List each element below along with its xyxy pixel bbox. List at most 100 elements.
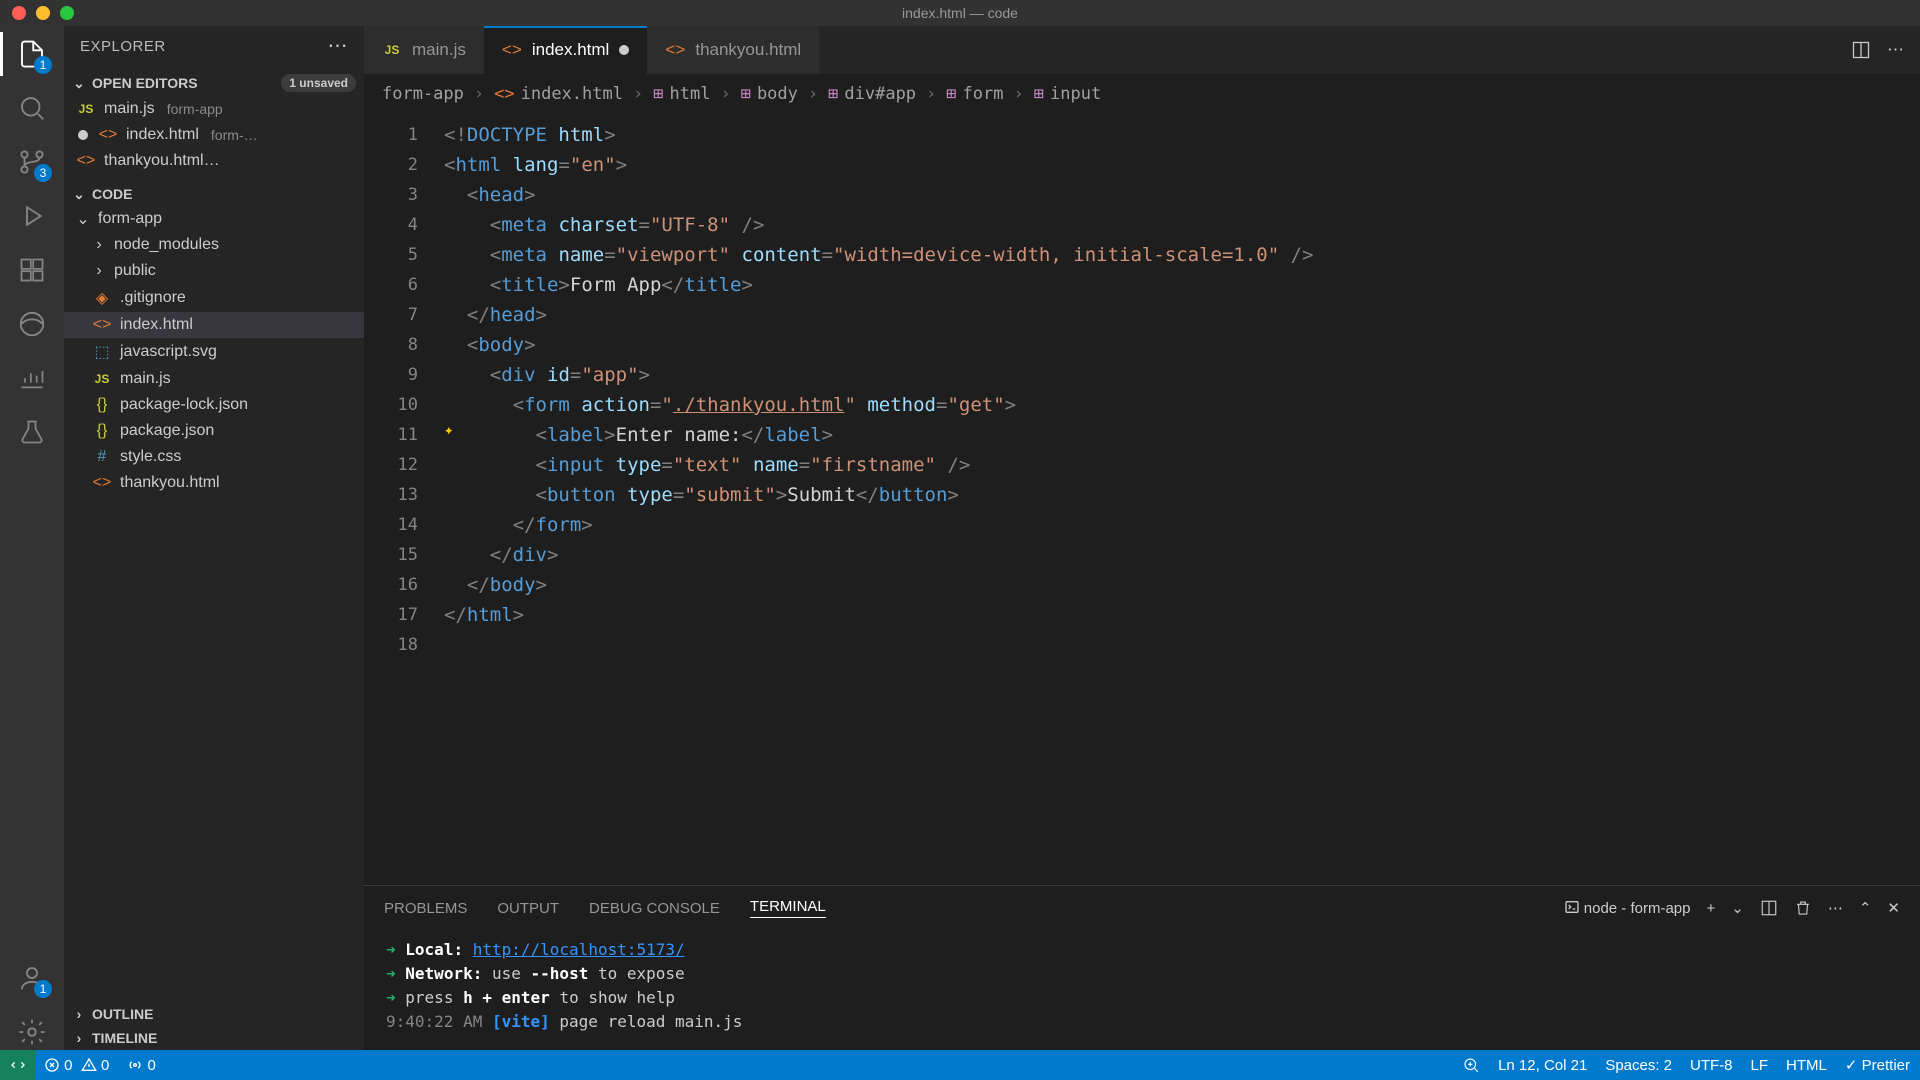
terminal-shell-label[interactable]: node - form-app	[1564, 899, 1691, 917]
activity-edge[interactable]	[14, 306, 50, 342]
panel-tab-debug[interactable]: DEBUG CONSOLE	[589, 900, 720, 917]
svg-file-icon: ⬚	[92, 342, 112, 362]
chevron-down-icon: ⌄	[72, 187, 86, 201]
chevron-right-icon: ›	[72, 1007, 86, 1021]
crumb-symbol[interactable]: ⊞html	[653, 84, 710, 104]
status-ports[interactable]: 0	[127, 1057, 156, 1074]
status-prettier[interactable]: ✓ Prettier	[1845, 1056, 1910, 1074]
activity-explorer[interactable]: 1	[14, 36, 50, 72]
file-row[interactable]: <> thankyou.html	[64, 470, 364, 496]
remote-icon	[10, 1057, 26, 1073]
activity-tools[interactable]	[14, 414, 50, 450]
open-editor-item[interactable]: <> index.html form-…	[64, 122, 364, 148]
outline-section[interactable]: › OUTLINE	[64, 1002, 364, 1026]
chevron-right-icon: ›	[72, 1031, 86, 1045]
maximize-window-icon[interactable]	[60, 6, 74, 20]
explorer-sidebar: EXPLORER ⋯ ⌄ OPEN EDITORS 1 unsaved JS m…	[64, 26, 364, 1050]
file-row[interactable]: # style.css	[64, 444, 364, 470]
trash-icon[interactable]	[1794, 899, 1812, 917]
crumb-symbol[interactable]: ⊞body	[741, 84, 798, 104]
split-terminal-icon[interactable]	[1760, 899, 1778, 917]
folder-row[interactable]: › node_modules	[64, 232, 364, 258]
terminal-output[interactable]: ➜ Local: http://localhost:5173/ ➜ Networ…	[364, 930, 1920, 1050]
status-cursor[interactable]: Ln 12, Col 21	[1498, 1057, 1587, 1074]
explorer-title: EXPLORER	[80, 38, 166, 55]
status-encoding[interactable]: UTF-8	[1690, 1057, 1733, 1074]
tab-index-html[interactable]: <> index.html	[484, 26, 647, 74]
activity-account[interactable]: 1	[14, 960, 50, 996]
explorer-badge: 1	[34, 56, 52, 74]
js-file-icon: JS	[76, 102, 96, 116]
open-editors-section[interactable]: ⌄ OPEN EDITORS 1 unsaved	[64, 70, 364, 96]
crumb-symbol[interactable]: ⊞form	[946, 84, 1003, 104]
panel-tab-problems[interactable]: PROBLEMS	[384, 900, 467, 917]
status-language[interactable]: HTML	[1786, 1057, 1827, 1074]
activity-extensions[interactable]	[14, 252, 50, 288]
activity-bar: 1 3 1	[0, 26, 64, 1050]
activity-chart[interactable]	[14, 360, 50, 396]
folder-row[interactable]: › public	[64, 258, 364, 284]
activity-search[interactable]	[14, 90, 50, 126]
line-gutter: 123456789101112131415161718	[364, 114, 436, 885]
breadcrumb[interactable]: form-app› <>index.html› ⊞html› ⊞body› ⊞d…	[364, 74, 1920, 114]
crumb-file[interactable]: <>index.html	[494, 84, 623, 104]
window-title: index.html — code	[902, 5, 1018, 21]
broadcast-icon	[127, 1057, 143, 1073]
more-actions-icon[interactable]: ⋯	[1887, 40, 1904, 60]
play-icon	[17, 201, 47, 231]
folder-row[interactable]: ⌄ form-app	[64, 206, 364, 232]
lightbulb-icon[interactable]: ✦	[444, 420, 454, 439]
account-badge: 1	[34, 980, 52, 998]
modified-dot-icon	[619, 45, 629, 55]
tab-thankyou-html[interactable]: <> thankyou.html	[647, 26, 819, 74]
open-editor-item[interactable]: JS main.js form-app	[64, 96, 364, 122]
file-row[interactable]: <> index.html	[64, 312, 364, 338]
html-file-icon: <>	[502, 40, 522, 60]
crumb-folder[interactable]: form-app	[382, 84, 464, 104]
more-icon[interactable]: ⋯	[1828, 899, 1843, 917]
json-file-icon: {}	[92, 396, 112, 414]
file-row[interactable]: {} package.json	[64, 418, 364, 444]
panel-tab-terminal[interactable]: TERMINAL	[750, 898, 826, 918]
file-row[interactable]: ◈ .gitignore	[64, 284, 364, 312]
open-editor-item[interactable]: <> thankyou.html…	[64, 148, 364, 174]
code-content[interactable]: <!DOCTYPE html> <html lang="en"> <head> …	[436, 114, 1920, 885]
code-editor[interactable]: 123456789101112131415161718 ✦ <!DOCTYPE …	[364, 114, 1920, 885]
terminal-dropdown-icon[interactable]: ⌄	[1731, 899, 1744, 917]
remote-indicator[interactable]	[0, 1050, 36, 1080]
close-panel-icon[interactable]: ✕	[1887, 899, 1900, 917]
chart-icon	[18, 364, 46, 392]
minimize-window-icon[interactable]	[36, 6, 50, 20]
panel-tab-output[interactable]: OUTPUT	[497, 900, 559, 917]
chevron-down-icon: ⌄	[76, 212, 90, 226]
activity-settings[interactable]	[14, 1014, 50, 1050]
maximize-panel-icon[interactable]: ⌃	[1859, 899, 1872, 917]
split-editor-icon[interactable]	[1851, 40, 1871, 60]
status-bar: 0 0 0 Ln 12, Col 21 Spaces: 2 UTF-8 LF H…	[0, 1050, 1920, 1080]
code-section[interactable]: ⌄ CODE	[64, 182, 364, 206]
crumb-symbol[interactable]: ⊞input	[1034, 84, 1101, 104]
file-row[interactable]: JS main.js	[64, 366, 364, 392]
close-window-icon[interactable]	[12, 6, 26, 20]
warning-icon	[81, 1057, 97, 1073]
file-row[interactable]: {} package-lock.json	[64, 392, 364, 418]
crumb-symbol[interactable]: ⊞div#app	[828, 84, 916, 104]
zoom-icon[interactable]	[1462, 1056, 1480, 1074]
status-errors[interactable]: 0 0	[44, 1057, 109, 1074]
beaker-icon	[18, 418, 46, 446]
file-row[interactable]: ⬚ javascript.svg	[64, 338, 364, 366]
new-terminal-icon[interactable]: +	[1707, 900, 1716, 917]
js-file-icon: JS	[92, 372, 112, 386]
status-spaces[interactable]: Spaces: 2	[1605, 1057, 1672, 1074]
js-file-icon: JS	[382, 43, 402, 57]
unsaved-badge: 1 unsaved	[281, 74, 356, 92]
activity-run[interactable]	[14, 198, 50, 234]
activity-scm[interactable]: 3	[14, 144, 50, 180]
status-eol[interactable]: LF	[1751, 1057, 1769, 1074]
scm-badge: 3	[34, 164, 52, 182]
tab-main-js[interactable]: JS main.js	[364, 26, 484, 74]
timeline-section[interactable]: › TIMELINE	[64, 1026, 364, 1050]
explorer-more-icon[interactable]: ⋯	[328, 36, 349, 56]
html-file-icon: <>	[92, 474, 112, 492]
titlebar: index.html — code	[0, 0, 1920, 26]
